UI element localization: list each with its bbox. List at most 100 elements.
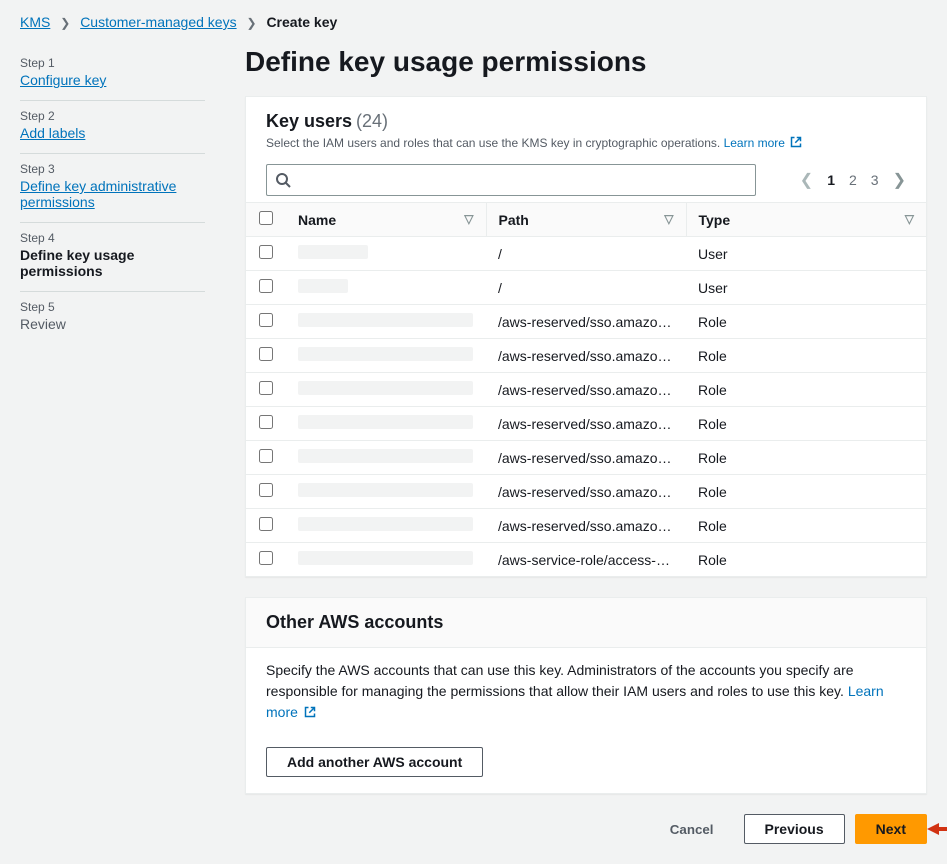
cell-type: Role (686, 339, 926, 373)
cell-type: Role (686, 543, 926, 577)
redacted-name (298, 449, 473, 463)
chevron-right-icon: ❯ (246, 16, 256, 30)
key-users-panel: Key users (24) Select the IAM users and … (245, 96, 927, 577)
pagination-next[interactable]: ❯ (893, 170, 906, 190)
column-header-path[interactable]: Path▽ (486, 203, 686, 237)
step-number: Step 1 (20, 56, 205, 70)
search-input[interactable] (297, 172, 747, 188)
external-link-icon (790, 136, 802, 148)
redacted-name (298, 279, 348, 293)
next-button[interactable]: Next (855, 814, 927, 844)
cell-type: Role (686, 441, 926, 475)
redacted-name (298, 415, 473, 429)
table-row: /aws-reserved/sso.amazonaws…Role (246, 407, 926, 441)
row-checkbox[interactable] (259, 517, 273, 531)
previous-button[interactable]: Previous (744, 814, 845, 844)
external-link-icon (304, 706, 316, 718)
other-accounts-title: Other AWS accounts (246, 598, 926, 648)
key-users-count: (24) (356, 111, 388, 131)
breadcrumb-level2[interactable]: Customer-managed keys (80, 14, 236, 30)
wizard-step-4: Step 4 Define key usage permissions (20, 223, 205, 292)
cell-path: /aws-reserved/sso.amazonaws… (486, 373, 686, 407)
redacted-name (298, 381, 473, 395)
redacted-name (298, 517, 473, 531)
row-checkbox[interactable] (259, 449, 273, 463)
cell-path: /aws-service-role/access-analy… (486, 543, 686, 577)
annotation-arrow (927, 819, 947, 839)
page-title: Define key usage permissions (245, 46, 927, 78)
row-checkbox[interactable] (259, 245, 273, 259)
step-number: Step 3 (20, 162, 205, 176)
row-checkbox[interactable] (259, 279, 273, 293)
select-all-checkbox[interactable] (259, 211, 273, 225)
cell-path: / (486, 237, 686, 271)
row-checkbox[interactable] (259, 381, 273, 395)
wizard-footer: Cancel Previous Next (245, 814, 927, 844)
cell-type: Role (686, 407, 926, 441)
cell-type: User (686, 271, 926, 305)
step-link-add-labels[interactable]: Add labels (20, 125, 85, 141)
wizard-step-2: Step 2 Add labels (20, 101, 205, 154)
pagination-page-3[interactable]: 3 (871, 172, 879, 188)
table-row: /aws-reserved/sso.amazonaws…Role (246, 305, 926, 339)
key-users-title: Key users (266, 111, 352, 131)
pagination: ❮ 1 2 3 ❯ (800, 170, 906, 190)
cell-path: /aws-reserved/sso.amazonaws… (486, 475, 686, 509)
other-accounts-desc: Specify the AWS accounts that can use th… (266, 660, 906, 723)
breadcrumb: KMS ❯ Customer-managed keys ❯ Create key (0, 0, 947, 40)
wizard-step-3: Step 3 Define key administrative permiss… (20, 154, 205, 223)
cell-path: /aws-reserved/sso.amazonaws… (486, 305, 686, 339)
search-icon (275, 172, 291, 188)
redacted-name (298, 245, 368, 259)
pagination-prev[interactable]: ❮ (800, 170, 813, 190)
cell-type: Role (686, 305, 926, 339)
cell-path: /aws-reserved/sso.amazonaws… (486, 339, 686, 373)
step-link-configure-key[interactable]: Configure key (20, 72, 106, 88)
cell-type: Role (686, 509, 926, 543)
key-users-desc: Select the IAM users and roles that can … (266, 136, 906, 150)
table-row: /aws-reserved/sso.amazonaws…Role (246, 509, 926, 543)
row-checkbox[interactable] (259, 483, 273, 497)
step-number: Step 2 (20, 109, 205, 123)
redacted-name (298, 483, 473, 497)
table-row: /aws-reserved/sso.amazonaws…Role (246, 373, 926, 407)
column-header-type[interactable]: Type▽ (686, 203, 926, 237)
step-link-admin-permissions[interactable]: Define key administrative permissions (20, 178, 176, 210)
step-title-current: Define key usage permissions (20, 247, 205, 279)
sort-icon: ▽ (464, 212, 473, 226)
cell-path: / (486, 271, 686, 305)
table-row: /User (246, 271, 926, 305)
table-row: /aws-reserved/sso.amazonaws…Role (246, 475, 926, 509)
breadcrumb-root[interactable]: KMS (20, 14, 50, 30)
table-row: /aws-reserved/sso.amazonaws…Role (246, 441, 926, 475)
table-row: /User (246, 237, 926, 271)
sort-icon: ▽ (664, 212, 673, 226)
wizard-step-5: Step 5 Review (20, 292, 205, 344)
row-checkbox[interactable] (259, 415, 273, 429)
step-title-upcoming: Review (20, 316, 205, 332)
step-number: Step 4 (20, 231, 205, 245)
row-checkbox[interactable] (259, 347, 273, 361)
table-row: /aws-reserved/sso.amazonaws…Role (246, 339, 926, 373)
redacted-name (298, 347, 473, 361)
row-checkbox[interactable] (259, 551, 273, 565)
breadcrumb-current: Create key (266, 14, 337, 30)
cell-path: /aws-reserved/sso.amazonaws… (486, 441, 686, 475)
column-header-name[interactable]: Name▽ (286, 203, 486, 237)
add-account-button[interactable]: Add another AWS account (266, 747, 483, 777)
other-accounts-panel: Other AWS accounts Specify the AWS accou… (245, 597, 927, 794)
cancel-button[interactable]: Cancel (650, 816, 734, 843)
key-users-table: Name▽ Path▽ Type▽ /User/User/aws-reserve… (246, 202, 926, 576)
learn-more-link[interactable]: Learn more (724, 136, 803, 150)
cell-path: /aws-reserved/sso.amazonaws… (486, 509, 686, 543)
wizard-nav: Step 1 Configure key Step 2 Add labels S… (20, 40, 205, 844)
chevron-right-icon: ❯ (60, 16, 70, 30)
sort-icon: ▽ (905, 212, 914, 226)
search-input-wrapper[interactable] (266, 164, 756, 196)
row-checkbox[interactable] (259, 313, 273, 327)
pagination-page-1[interactable]: 1 (827, 172, 835, 188)
redacted-name (298, 551, 473, 565)
cell-path: /aws-reserved/sso.amazonaws… (486, 407, 686, 441)
pagination-page-2[interactable]: 2 (849, 172, 857, 188)
step-number: Step 5 (20, 300, 205, 314)
